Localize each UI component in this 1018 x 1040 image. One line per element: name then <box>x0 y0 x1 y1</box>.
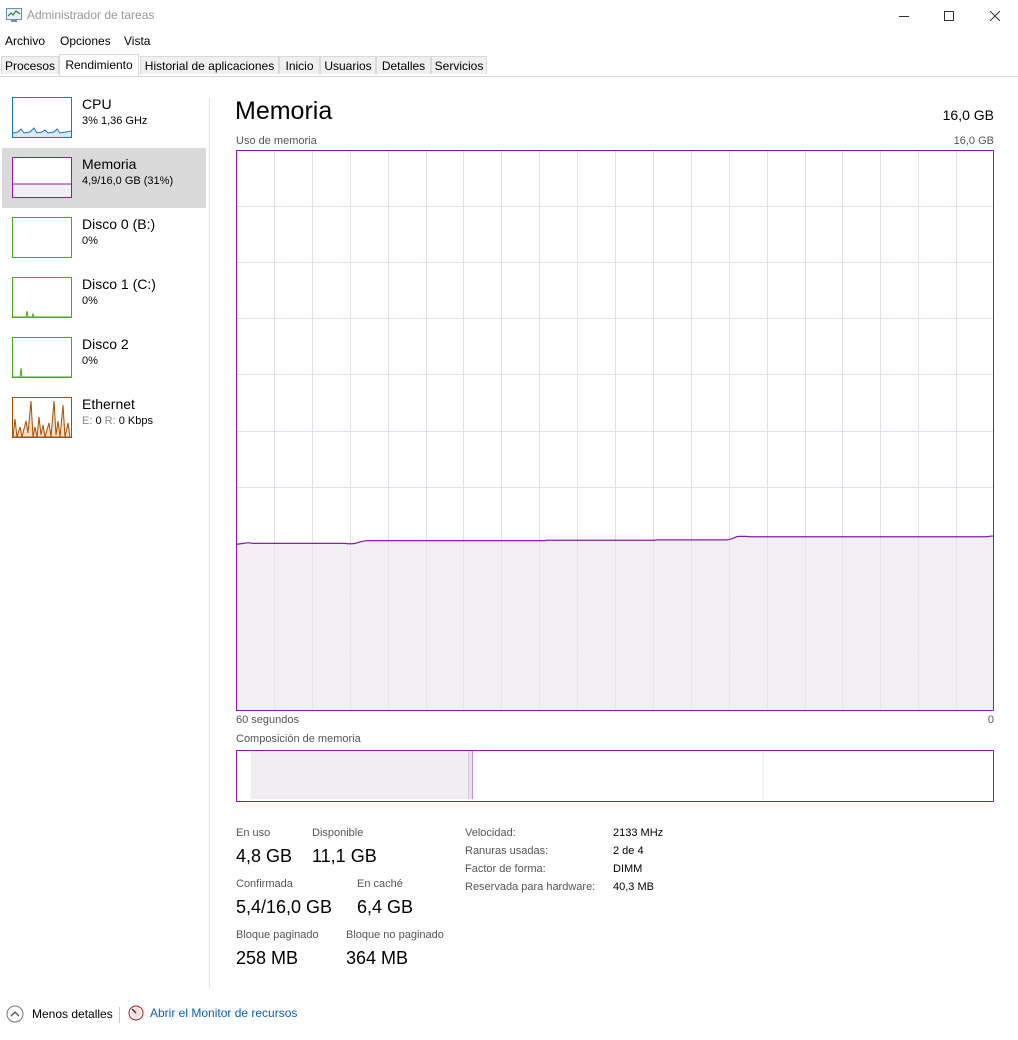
nonpaged-pool-label: Bloque no paginado <box>346 929 444 941</box>
sidebar-item-disco2[interactable]: Disco 2 0% <box>2 328 206 388</box>
sidebar-item-name: Disco 1 (C:) <box>82 276 156 292</box>
in-use-value: 4,8 GB <box>236 846 293 866</box>
composition-in-use <box>250 751 469 800</box>
nonpaged-pool-value: 364 MB <box>346 948 409 968</box>
tab-inicio[interactable]: Inicio <box>279 56 320 74</box>
menu-vista[interactable]: Vista <box>124 34 150 48</box>
sidebar-item-name: Disco 0 (B:) <box>82 216 156 232</box>
receive-value: 0 Kbps <box>118 415 153 427</box>
sidebar-item-name: Memoria <box>82 156 137 172</box>
chevron-up-icon <box>6 1005 24 1023</box>
slots-label: Ranuras usadas: <box>465 845 549 857</box>
close-button[interactable] <box>972 0 1018 31</box>
resource-monitor-icon <box>128 1005 144 1021</box>
memory-usage-chart <box>236 150 994 711</box>
task-manager-icon <box>6 8 22 22</box>
cpu-thumbnail-graph <box>12 97 72 138</box>
available-value: 11,1 GB <box>312 846 377 866</box>
time-axis-left: 60 segundos <box>236 714 299 726</box>
resource-monitor-link[interactable]: Abrir el Monitor de recursos <box>128 1005 297 1021</box>
composition-label: Composición de memoria <box>236 733 361 745</box>
reserved-label: Reservada para hardware: <box>465 881 596 893</box>
send-value: 0 <box>95 415 102 427</box>
page-title: Memoria <box>235 97 333 125</box>
cached-value: 6,4 GB <box>357 897 414 917</box>
composition-standby <box>472 751 764 800</box>
available-label: Disponible <box>312 827 364 839</box>
receive-label: R: <box>104 415 116 427</box>
in-use-label: En uso <box>236 827 271 839</box>
sidebar-item-sub: 3% 1,36 GHz <box>82 115 148 127</box>
menu-opciones[interactable]: Opciones <box>60 34 111 48</box>
sidebar-item-name: CPU <box>82 96 112 112</box>
committed-label: Confirmada <box>236 878 293 890</box>
sidebar-item-memoria[interactable]: Memoria 4,9/16,0 GB (31%) <box>2 148 206 208</box>
memory-total: 16,0 GB <box>942 107 994 123</box>
title-bar: Administrador de tareas <box>0 0 1018 31</box>
sidebar-item-disco0[interactable]: Disco 0 (B:) 0% <box>2 208 206 268</box>
committed-value: 5,4/16,0 GB <box>236 897 333 917</box>
paged-pool-label: Bloque paginado <box>236 929 319 941</box>
ethernet-thumbnail-graph <box>12 397 72 438</box>
form-factor-label: Factor de forma: <box>465 863 546 875</box>
speed-value: 2133 MHz <box>613 827 664 839</box>
tab-procesos[interactable]: Procesos <box>1 56 59 74</box>
minimize-icon <box>899 15 909 17</box>
sidebar-item-ethernet[interactable]: Ethernet E: 0 R: 0 Kbps <box>2 388 206 448</box>
sidebar-item-name: Ethernet <box>82 396 135 412</box>
minimize-button[interactable] <box>881 0 927 31</box>
resource-monitor-label: Abrir el Monitor de recursos <box>150 1006 298 1020</box>
sidebar-item-sub: 0% <box>82 295 98 307</box>
usage-chart-label: Uso de memoria <box>236 135 317 147</box>
sidebar-item-disco1[interactable]: Disco 1 (C:) 0% <box>2 268 206 328</box>
composition-free <box>763 751 978 800</box>
tab-rendimiento[interactable]: Rendimiento <box>59 54 139 76</box>
tab-detalles[interactable]: Detalles <box>376 56 431 74</box>
memory-composition-bar <box>236 750 994 802</box>
sidebar-item-sub: E: 0 R: 0 Kbps <box>82 415 153 427</box>
usage-chart-max: 16,0 GB <box>953 135 994 147</box>
paged-pool-value: 258 MB <box>236 948 299 968</box>
memory-thumbnail-graph <box>12 157 72 198</box>
sidebar-item-name: Disco 2 <box>82 336 129 352</box>
send-label: E: <box>82 415 93 427</box>
disk2-thumbnail-graph <box>12 337 72 378</box>
composition-modified <box>468 751 473 800</box>
window-title: Administrador de tareas <box>27 8 155 22</box>
menu-bar: Archivo Opciones Vista <box>0 31 1018 50</box>
sidebar-item-cpu[interactable]: CPU 3% 1,36 GHz <box>2 88 206 148</box>
slots-value: 2 de 4 <box>613 845 644 857</box>
close-icon <box>990 10 1000 21</box>
disk0-thumbnail-graph <box>12 217 72 258</box>
speed-label: Velocidad: <box>465 827 516 839</box>
reserved-value: 40,3 MB <box>613 881 654 893</box>
maximize-icon <box>944 10 954 21</box>
menu-archivo[interactable]: Archivo <box>5 34 45 48</box>
maximize-button[interactable] <box>926 0 972 31</box>
sidebar-item-sub: 0% <box>82 355 98 367</box>
tab-usuarios[interactable]: Usuarios <box>320 56 376 74</box>
tab-historial[interactable]: Historial de aplicaciones <box>140 56 279 74</box>
form-factor-value: DIMM <box>613 863 643 875</box>
tab-servicios[interactable]: Servicios <box>431 56 487 74</box>
sidebar-item-sub: 4,9/16,0 GB (31%) <box>82 175 174 187</box>
cached-label: En caché <box>357 878 403 890</box>
footer-separator <box>119 1007 120 1023</box>
fewer-details-button[interactable]: Menos detalles <box>6 1005 113 1023</box>
tab-strip: Procesos Rendimiento Historial de aplica… <box>0 54 1018 77</box>
sidebar-divider <box>209 98 210 988</box>
footer: Menos detalles Abrir el Monitor de recur… <box>0 1000 1018 1040</box>
time-axis-right: 0 <box>987 714 994 726</box>
fewer-details-label: Menos detalles <box>32 1007 113 1021</box>
disk1-thumbnail-graph <box>12 277 72 318</box>
sidebar-item-sub: 0% <box>82 235 98 247</box>
